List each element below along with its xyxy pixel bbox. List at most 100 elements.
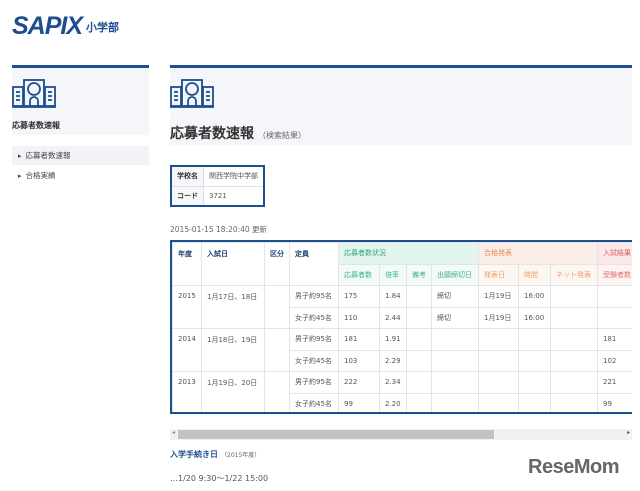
group-exam-results: 入試結果 bbox=[597, 242, 632, 265]
table-cell bbox=[406, 392, 432, 412]
school-building-icon bbox=[170, 79, 214, 108]
subcol-6: ネット発表 bbox=[550, 263, 598, 286]
table-cell bbox=[478, 371, 519, 394]
table-cell bbox=[406, 328, 432, 351]
sidebar-header: 応募者数速報 bbox=[12, 65, 149, 135]
table-cell bbox=[518, 349, 551, 372]
table-cell bbox=[597, 306, 632, 329]
table-cell bbox=[550, 349, 598, 372]
subcol-1: 倍率 bbox=[379, 263, 407, 286]
table-cell: 175 bbox=[338, 285, 380, 308]
horizontal-scrollbar[interactable]: ◂ ▸ bbox=[170, 429, 632, 440]
sidebar-item-applicants[interactable]: 応募者数速報 bbox=[12, 146, 149, 165]
table-cell bbox=[478, 349, 519, 372]
table-cell: 1.84 bbox=[379, 285, 407, 308]
table-cell: 103 bbox=[338, 349, 380, 372]
table-cell bbox=[431, 328, 479, 351]
table-cell bbox=[518, 328, 551, 351]
table-cell: 女子約45名 bbox=[289, 306, 339, 329]
table-cell: 男子約95名 bbox=[289, 285, 339, 308]
subcol-5: 時間 bbox=[518, 263, 551, 286]
col-date: 入試日 bbox=[201, 242, 265, 286]
table-cell: 110 bbox=[338, 306, 380, 329]
table-cell bbox=[550, 371, 598, 394]
sidebar-title: 応募者数速報 bbox=[12, 121, 60, 130]
school-name: 関西学院中学部 bbox=[203, 165, 265, 187]
subcol-3: 出願締切日 bbox=[431, 263, 479, 286]
sidebar-item-results[interactable]: 合格実績 bbox=[12, 166, 149, 185]
cell-date: 1月19日、20日 bbox=[201, 371, 265, 412]
logo-brand: SAPIX bbox=[12, 12, 83, 40]
cell-division bbox=[264, 285, 290, 329]
page-title-text: 応募者数速報 bbox=[170, 126, 254, 142]
subcol-0: 応募者数 bbox=[338, 263, 380, 286]
group-applicants: 応募者数状況 bbox=[338, 242, 479, 265]
table-cell: 16:00 bbox=[518, 285, 551, 308]
table-cell bbox=[518, 371, 551, 394]
col-division: 区分 bbox=[264, 242, 290, 286]
cell-division bbox=[264, 371, 290, 412]
table-cell bbox=[431, 349, 479, 372]
cell-division bbox=[264, 328, 290, 372]
table-cell: 102 bbox=[597, 349, 632, 372]
table-cell bbox=[550, 328, 598, 351]
table-cell: 2.34 bbox=[379, 371, 407, 394]
school-building-icon bbox=[12, 79, 56, 108]
table-row: 2014 1月18日、19日 男子約95名 181 1.91 181 bbox=[172, 328, 632, 372]
table-cell bbox=[431, 392, 479, 412]
table-cell: 99 bbox=[338, 392, 380, 412]
school-name-label: 学校名 bbox=[170, 165, 204, 187]
procedure-year: （2015年度） bbox=[221, 452, 261, 459]
table-cell: 181 bbox=[597, 328, 632, 351]
table-cell: 2.44 bbox=[379, 306, 407, 329]
table-cell bbox=[406, 349, 432, 372]
table-cell: 男子約95名 bbox=[289, 328, 339, 351]
table-cell bbox=[518, 392, 551, 412]
cell-date: 1月18日、19日 bbox=[201, 328, 265, 372]
scroll-right-arrow-icon[interactable]: ▸ bbox=[627, 429, 630, 436]
procedure-heading: 入学手続き日 （2015年度） bbox=[170, 449, 260, 460]
results-table: 年度 入試日 区分 定員 応募者数状況 合格発表 入試結果 応募者数 倍率 備考 出願… bbox=[172, 242, 632, 412]
table-cell: 1月19日 bbox=[478, 285, 519, 308]
table-cell: 221 bbox=[597, 371, 632, 394]
table-cell bbox=[406, 306, 432, 329]
school-code-label: コード bbox=[170, 185, 204, 207]
table-cell: 締切 bbox=[431, 306, 479, 329]
table-cell bbox=[431, 371, 479, 394]
procedure-period: …1/20 9:30～1/22 15:00 bbox=[170, 474, 269, 483]
subcol-2: 備考 bbox=[406, 263, 432, 286]
subcol-7: 受験者数 bbox=[597, 263, 632, 286]
table-cell bbox=[406, 371, 432, 394]
page-subtitle: （検索結果） bbox=[258, 131, 306, 140]
resemom-watermark: ReseMom bbox=[528, 456, 619, 478]
cell-year: 2015 bbox=[172, 285, 202, 329]
main-header: 応募者数速報 （検索結果） bbox=[170, 65, 632, 145]
table-cell: 2.20 bbox=[379, 392, 407, 412]
cell-date: 1月17日、18日 bbox=[201, 285, 265, 329]
table-cell bbox=[478, 328, 519, 351]
table-cell bbox=[406, 285, 432, 308]
scroll-left-arrow-icon[interactable]: ◂ bbox=[172, 429, 175, 436]
table-cell: 2.29 bbox=[379, 349, 407, 372]
table-cell: 女子約45名 bbox=[289, 349, 339, 372]
table-cell: 1月19日 bbox=[478, 306, 519, 329]
procedure-title: 入学手続き日 bbox=[170, 450, 218, 459]
table-cell bbox=[478, 392, 519, 412]
scrollbar-thumb[interactable] bbox=[178, 430, 494, 439]
table-cell bbox=[550, 392, 598, 412]
table-cell: 222 bbox=[338, 371, 380, 394]
cell-year: 2013 bbox=[172, 371, 202, 412]
col-year: 年度 bbox=[172, 242, 202, 286]
results-table-container: 年度 入試日 区分 定員 応募者数状況 合格発表 入試結果 応募者数 倍率 備考 出願… bbox=[170, 240, 632, 414]
updated-timestamp: 2015-01-15 18:20:40 更新 bbox=[170, 225, 268, 234]
subcol-4: 発表日 bbox=[478, 263, 519, 286]
table-cell: 1.91 bbox=[379, 328, 407, 351]
logo-sub: 小学部 bbox=[86, 20, 120, 34]
sapix-logo[interactable]: SAPIX 小学部 bbox=[12, 12, 119, 41]
school-info-table: 学校名 関西学院中学部 コード 3721 bbox=[170, 165, 265, 207]
table-cell: 締切 bbox=[431, 285, 479, 308]
table-cell: 女子約45名 bbox=[289, 392, 339, 412]
table-cell bbox=[550, 285, 598, 308]
group-announcement: 合格発表 bbox=[478, 242, 598, 265]
table-cell: 181 bbox=[338, 328, 380, 351]
